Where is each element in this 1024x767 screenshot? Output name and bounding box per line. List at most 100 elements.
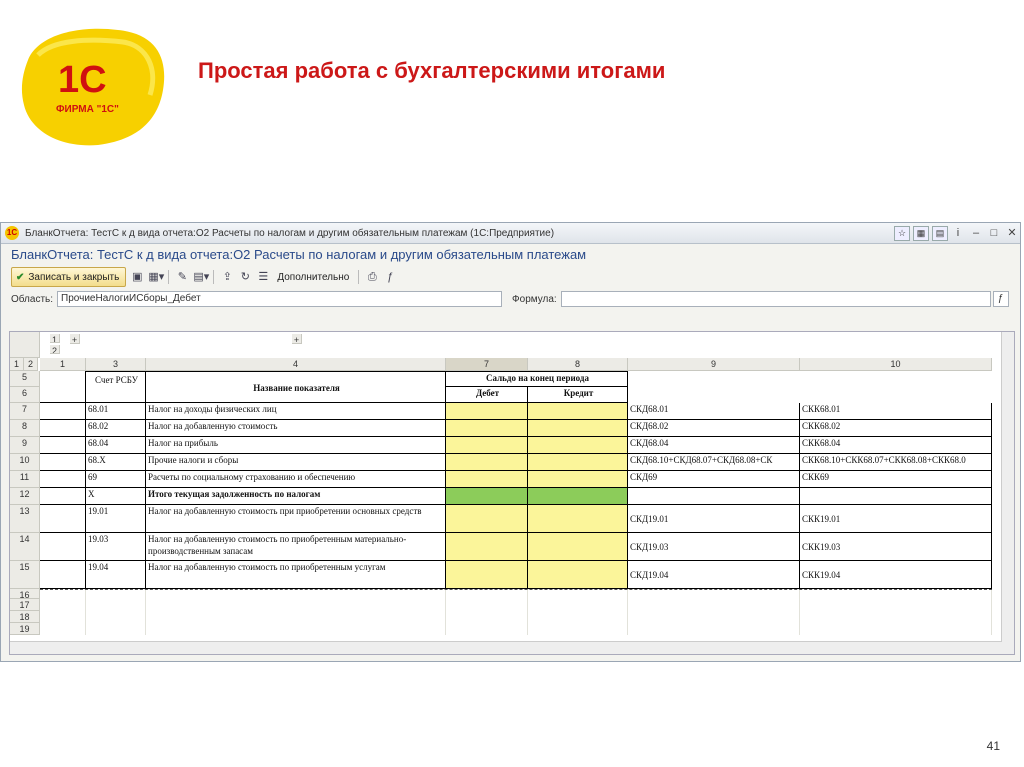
grid-cell[interactable] (40, 533, 86, 561)
account-cell[interactable]: X (86, 488, 146, 505)
indicator-name-cell[interactable]: Налог на прибыль (146, 437, 446, 454)
grid-cell[interactable] (800, 599, 992, 611)
account-cell[interactable]: 19.01 (86, 505, 146, 533)
formula-kredit-cell[interactable]: СКК19.04 (800, 561, 992, 589)
grid-cell[interactable] (628, 371, 800, 403)
debet-cell[interactable] (446, 533, 528, 561)
report-grid[interactable]: 1 2 + +1 2 1 3 4 7 8 9 10 5 6 7 8 9 10 11 12 13 14 15 16 17 18 19 С… (9, 331, 1015, 655)
grid-cell[interactable] (800, 589, 992, 599)
grid-cell[interactable] (40, 611, 86, 623)
formula-debet-cell[interactable]: СКД68.04 (628, 437, 800, 454)
indicator-name-cell[interactable]: Налог на добавленную стоимость по приобр… (146, 561, 446, 589)
grid-cell[interactable] (40, 403, 86, 420)
grid-cell[interactable] (628, 589, 800, 599)
debet-cell[interactable] (446, 488, 528, 505)
kredit-cell[interactable] (528, 561, 628, 589)
calculator-icon[interactable]: ▦ (913, 225, 929, 241)
account-cell[interactable]: 19.03 (86, 533, 146, 561)
table-menu-icon[interactable]: ▦▾ (148, 270, 164, 284)
kredit-cell[interactable] (528, 488, 628, 505)
formula-field[interactable] (560, 291, 991, 307)
header-name[interactable]: Название показателя (146, 371, 446, 403)
header-schet[interactable]: Счет РСБУ (86, 371, 146, 403)
print-icon[interactable]: ⎙ (365, 270, 379, 284)
debet-cell[interactable] (446, 403, 528, 420)
grid-cell[interactable] (146, 611, 446, 623)
grid-cell[interactable] (628, 611, 800, 623)
indicator-name-cell[interactable]: Расчеты по социальному страхованию и обе… (146, 471, 446, 488)
save-and-close-button[interactable]: ✔ Записать и закрыть (11, 267, 127, 287)
grid-cell[interactable] (528, 599, 628, 611)
debet-cell[interactable] (446, 437, 528, 454)
grid-cell[interactable] (146, 623, 446, 635)
formula-kredit-cell[interactable] (800, 488, 992, 505)
grid-cell[interactable] (40, 589, 86, 599)
account-cell[interactable]: 68.04 (86, 437, 146, 454)
grid-cell[interactable] (528, 623, 628, 635)
account-cell[interactable]: 68.01 (86, 403, 146, 420)
grid-cell[interactable] (628, 599, 800, 611)
debet-cell[interactable] (446, 561, 528, 589)
grid-cell[interactable] (40, 623, 86, 635)
grid-cell[interactable] (446, 589, 528, 599)
debet-cell[interactable] (446, 420, 528, 437)
grid-cell[interactable] (40, 488, 86, 505)
kredit-cell[interactable] (528, 420, 628, 437)
export-icon[interactable]: ⇪ (220, 270, 234, 284)
account-cell[interactable]: 68.X (86, 454, 146, 471)
account-cell[interactable]: 68.02 (86, 420, 146, 437)
formula-icon[interactable]: ƒ (383, 270, 397, 284)
grid-cell[interactable] (628, 623, 800, 635)
formula-kredit-cell[interactable]: СКК69 (800, 471, 992, 488)
kredit-cell[interactable] (528, 533, 628, 561)
formula-debet-cell[interactable]: СКД19.04 (628, 561, 800, 589)
kredit-cell[interactable] (528, 437, 628, 454)
indicator-name-cell[interactable]: Налог на доходы физических лиц (146, 403, 446, 420)
indicator-name-cell[interactable]: Налог на добавленную стоимость при приоб… (146, 505, 446, 533)
kredit-cell[interactable] (528, 505, 628, 533)
vertical-scrollbar[interactable] (1001, 332, 1014, 654)
formula-debet-cell[interactable]: СКД68.02 (628, 420, 800, 437)
more-button[interactable]: Дополнительно (274, 272, 352, 283)
wand-icon[interactable]: ✎ (175, 270, 189, 284)
grid-cell[interactable] (86, 623, 146, 635)
grid-cell[interactable] (446, 623, 528, 635)
debet-cell[interactable] (446, 454, 528, 471)
grid-cell[interactable] (40, 471, 86, 488)
maximize-button[interactable]: □ (986, 226, 1002, 240)
account-cell[interactable]: 19.04 (86, 561, 146, 589)
formula-debet-cell[interactable]: СКД68.01 (628, 403, 800, 420)
grid-cell[interactable] (528, 611, 628, 623)
calendar-icon[interactable]: ▤ (932, 225, 948, 241)
kredit-cell[interactable] (528, 471, 628, 488)
indicator-name-cell[interactable]: Налог на добавленную стоимость (146, 420, 446, 437)
grid-cell[interactable] (40, 599, 86, 611)
formula-kredit-cell[interactable]: СКК68.04 (800, 437, 992, 454)
formula-debet-cell[interactable]: СКД68.10+СКД68.07+СКД68.08+СК (628, 454, 800, 471)
grid-cell[interactable] (40, 420, 86, 437)
grid-cell[interactable] (40, 371, 86, 403)
indicator-name-cell[interactable]: Налог на добавленную стоимость по приобр… (146, 533, 446, 561)
grid-cell[interactable] (800, 611, 992, 623)
grid-cell[interactable] (146, 599, 446, 611)
debet-cell[interactable] (446, 505, 528, 533)
kredit-cell[interactable] (528, 454, 628, 471)
grid-cell[interactable] (528, 589, 628, 599)
formula-debet-cell[interactable] (628, 488, 800, 505)
indicator-name-cell[interactable]: Итого текущая задолженность по налогам (146, 488, 446, 505)
kredit-cell[interactable] (528, 403, 628, 420)
formula-kredit-cell[interactable]: СКК19.01 (800, 505, 992, 533)
grid-cell[interactable] (146, 589, 446, 599)
indicator-name-cell[interactable]: Прочие налоги и сборы (146, 454, 446, 471)
formula-kredit-cell[interactable]: СКК19.03 (800, 533, 992, 561)
formula-edit-icon[interactable]: ƒ (992, 291, 1009, 307)
formula-debet-cell[interactable]: СКД19.01 (628, 505, 800, 533)
grid-cell[interactable] (800, 623, 992, 635)
save-icon[interactable]: ▣ (130, 270, 144, 284)
grid-cell[interactable] (86, 611, 146, 623)
grid-cell[interactable] (40, 505, 86, 533)
header-saldo[interactable]: Сальдо на конец периода (446, 371, 628, 387)
formula-kredit-cell[interactable]: СКК68.01 (800, 403, 992, 420)
close-button[interactable]: ✕ (1004, 226, 1020, 240)
horizontal-scrollbar[interactable] (10, 641, 1002, 654)
